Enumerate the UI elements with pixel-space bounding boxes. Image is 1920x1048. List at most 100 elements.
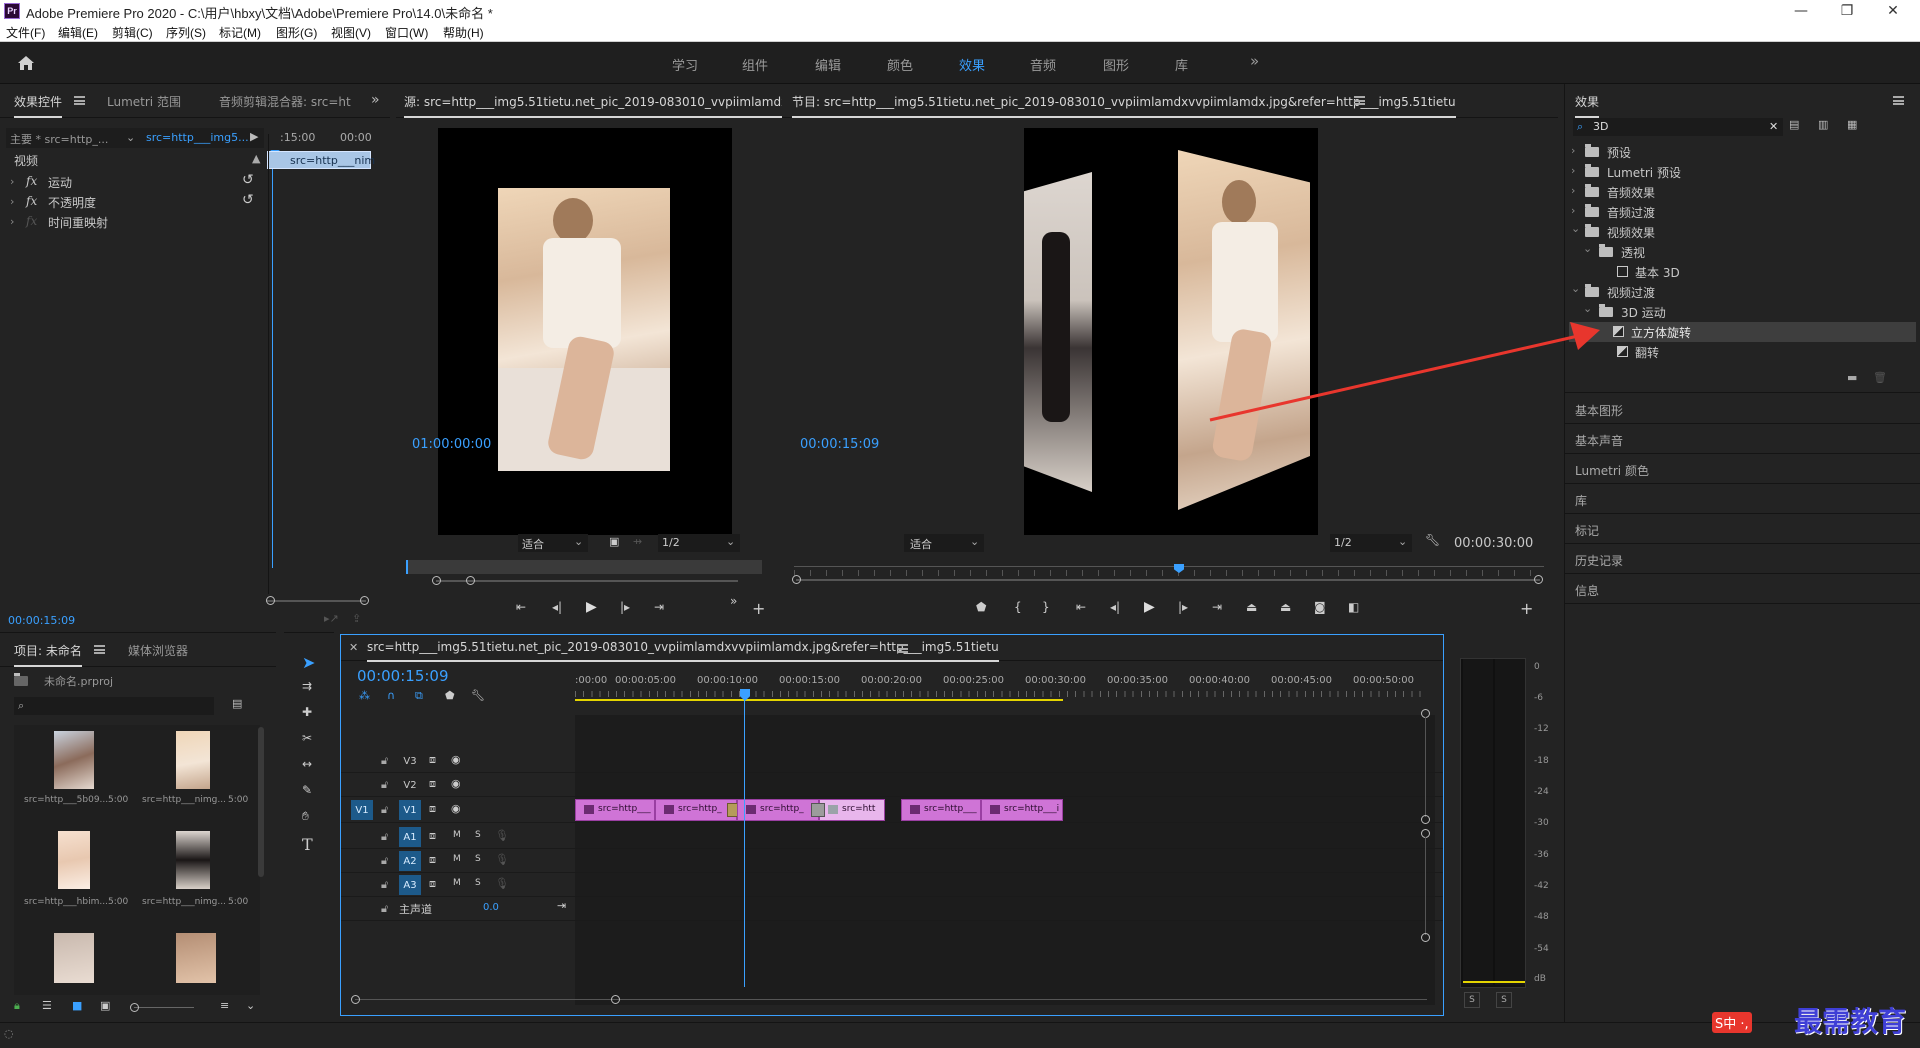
sync-lock-icon[interactable]: ⧈ [429,753,436,767]
mute-button[interactable]: M [453,830,461,840]
slip-tool-icon[interactable]: ↔ [302,757,312,771]
menu-file[interactable]: 文件(F) [6,24,45,41]
workspace-learn[interactable]: 学习 [672,55,698,74]
source-timecode[interactable]: 01:00:00:00 [412,437,491,452]
comparison-view-icon[interactable]: ◧ [1348,600,1359,614]
ripple-edit-tool-icon[interactable]: ✚ [302,705,312,719]
v-scroll-handle[interactable] [1421,815,1430,824]
source-zoom-handle-right[interactable] [466,576,475,585]
menu-clip[interactable]: 剪辑(C) [112,24,153,41]
track-target-a2[interactable]: A2 [399,851,421,871]
thumbnail-partial[interactable] [176,933,216,983]
collapse-arrow-icon[interactable]: ⌄ [1571,282,1580,295]
track-target-a1[interactable]: A1 [399,827,421,847]
time-ruler[interactable]: :00:00 00:00:05:00 00:00:10:00 00:00:15:… [575,661,1439,711]
expand-arrow-icon[interactable]: › [1571,204,1575,217]
close-sequence-icon[interactable]: ✕ [349,641,358,654]
filter-icon[interactable]: ▸↗ [324,612,339,625]
more-controls-icon[interactable]: » [730,594,737,608]
panel-menu-icon[interactable] [897,644,908,653]
panel-libraries[interactable]: 库 [1565,484,1920,514]
32bit-effects-icon[interactable]: ▥ [1818,118,1828,131]
menu-graphics[interactable]: 图形(G) [276,24,317,41]
panel-menu-icon[interactable] [1893,96,1904,105]
ec-zoom-handle-right[interactable] [360,596,369,605]
workspace-more-icon[interactable]: » [1250,52,1259,70]
v-scroll-track[interactable] [1425,717,1426,817]
tree-item-video-transitions[interactable]: ⌄ 视频过渡 [1571,282,1914,302]
menu-window[interactable]: 窗口(W) [385,24,428,41]
tree-item-presets[interactable]: › 预设 [1571,142,1914,162]
clip-selector[interactable]: 主要 * src=http_... ⌄ src=http___img5... [6,128,264,148]
h-scroll-track[interactable] [355,999,1427,1000]
yuv-effects-icon[interactable]: ▦ [1847,118,1857,131]
expand-arrow-icon[interactable]: › [1571,164,1575,177]
prop-time-remap-row[interactable]: › fx 时间重映射 [6,212,264,232]
expand-arrow-icon[interactable]: › [1571,184,1575,197]
workspace-color[interactable]: 颜色 [887,55,913,74]
tree-item-video-effects[interactable]: ⌄ 视频效果 [1571,222,1914,242]
track-select-tool-icon[interactable]: ⇉ [302,679,312,693]
timeline-clip[interactable]: src=http_ [655,799,737,821]
collapse-icon[interactable]: ▲ [252,152,260,165]
ime-indicator[interactable]: S中 ·, [1712,1012,1752,1033]
solo-button[interactable]: S [475,878,481,888]
fx-icon[interactable]: fx [26,174,37,188]
camera-icon[interactable]: ◙ [1314,600,1326,614]
prop-motion-row[interactable]: › fx 运动 ↺ [6,172,264,192]
source-fit-select[interactable]: 适合 ⌄ [518,534,588,552]
collapse-arrow-icon[interactable]: ⌄ [1583,242,1592,255]
h-scroll-handle-left[interactable] [351,995,360,1004]
export-icon[interactable]: ⇪ [352,612,361,625]
eye-icon[interactable]: ◉ [451,802,461,815]
source-resolution-select[interactable]: 1/2 ⌄ [658,534,740,552]
mark-in-icon[interactable]: { [1014,600,1022,614]
project-search-input[interactable]: ⌕ [14,697,214,715]
zoom-slider[interactable] [134,1007,194,1008]
project-item[interactable]: src=http___nimg... 5:00 [136,827,256,929]
track-target-v2[interactable]: V2 [399,775,421,795]
lock-icon[interactable]: 🔒︎ [14,999,20,1013]
track-lock-icon[interactable]: 🔓︎ [381,854,388,868]
panel-overflow-icon[interactable]: » [371,92,380,108]
nest-icon[interactable]: ⁂ [359,689,370,702]
timeline-clip[interactable]: src=http___ [575,799,655,821]
wrench-icon[interactable]: 🔧︎ [471,689,485,702]
new-bin-icon[interactable]: ▬ [1847,371,1857,384]
status-icon[interactable]: ◌ [4,1027,14,1040]
lift-icon[interactable]: ⏏ [1246,600,1257,614]
ec-clip-bar[interactable]: src=http___nim [267,151,375,169]
list-view-icon[interactable]: ☰ [42,999,52,1012]
sync-lock-icon[interactable]: ⧈ [429,802,436,816]
freeform-view-icon[interactable]: ▣ [100,999,110,1012]
workspace-effects[interactable]: 效果 [959,55,985,74]
track-lock-icon[interactable]: 🔓︎ [381,803,388,817]
menu-markers[interactable]: 标记(M) [219,24,261,41]
tab-lumetri-scopes[interactable]: Lumetri 范围 [107,93,181,110]
reset-icon[interactable]: ↺ [242,172,254,188]
tree-item-audio-transitions[interactable]: › 音频过渡 [1571,202,1914,222]
ec-zoom-handle-left[interactable] [266,596,275,605]
solo-button[interactable]: S [475,830,481,840]
tree-item-cube-spin-selected[interactable]: 立方体旋转 [1569,322,1916,342]
tree-item-audio-effects[interactable]: › 音频效果 [1571,182,1914,202]
go-to-in-icon[interactable]: ⇤ [516,600,526,614]
timeline-clip-selected[interactable]: src=htt [819,799,885,821]
dropdown-arrow-icon[interactable]: ⌄ [126,131,135,144]
mic-icon[interactable]: 🎙︎ [495,877,509,890]
solo-button[interactable]: S [475,854,481,864]
expand-arrow-icon[interactable]: › [10,175,14,188]
step-back-icon[interactable]: ◂| [552,600,562,614]
settings-icon[interactable]: ▣ [609,535,619,548]
prop-opacity-row[interactable]: › fx 不透明度 ↺ [6,192,264,212]
tab-media-browser[interactable]: 媒体浏览器 [128,642,188,659]
hand-tool-icon[interactable]: ✋︎ [302,809,309,824]
reset-icon[interactable]: ↺ [242,192,254,208]
step-forward-icon[interactable]: |▸ [620,600,630,614]
program-zoom-handle-left[interactable] [792,575,801,584]
track-lock-icon[interactable]: 🔓︎ [381,878,388,892]
timeline-clip[interactable]: src=http___ [901,799,981,821]
tree-item-perspective[interactable]: ⌄ 透视 [1571,242,1914,262]
a-scroll-handle[interactable] [1421,933,1430,942]
step-back-icon[interactable]: ◂| [1110,600,1120,614]
